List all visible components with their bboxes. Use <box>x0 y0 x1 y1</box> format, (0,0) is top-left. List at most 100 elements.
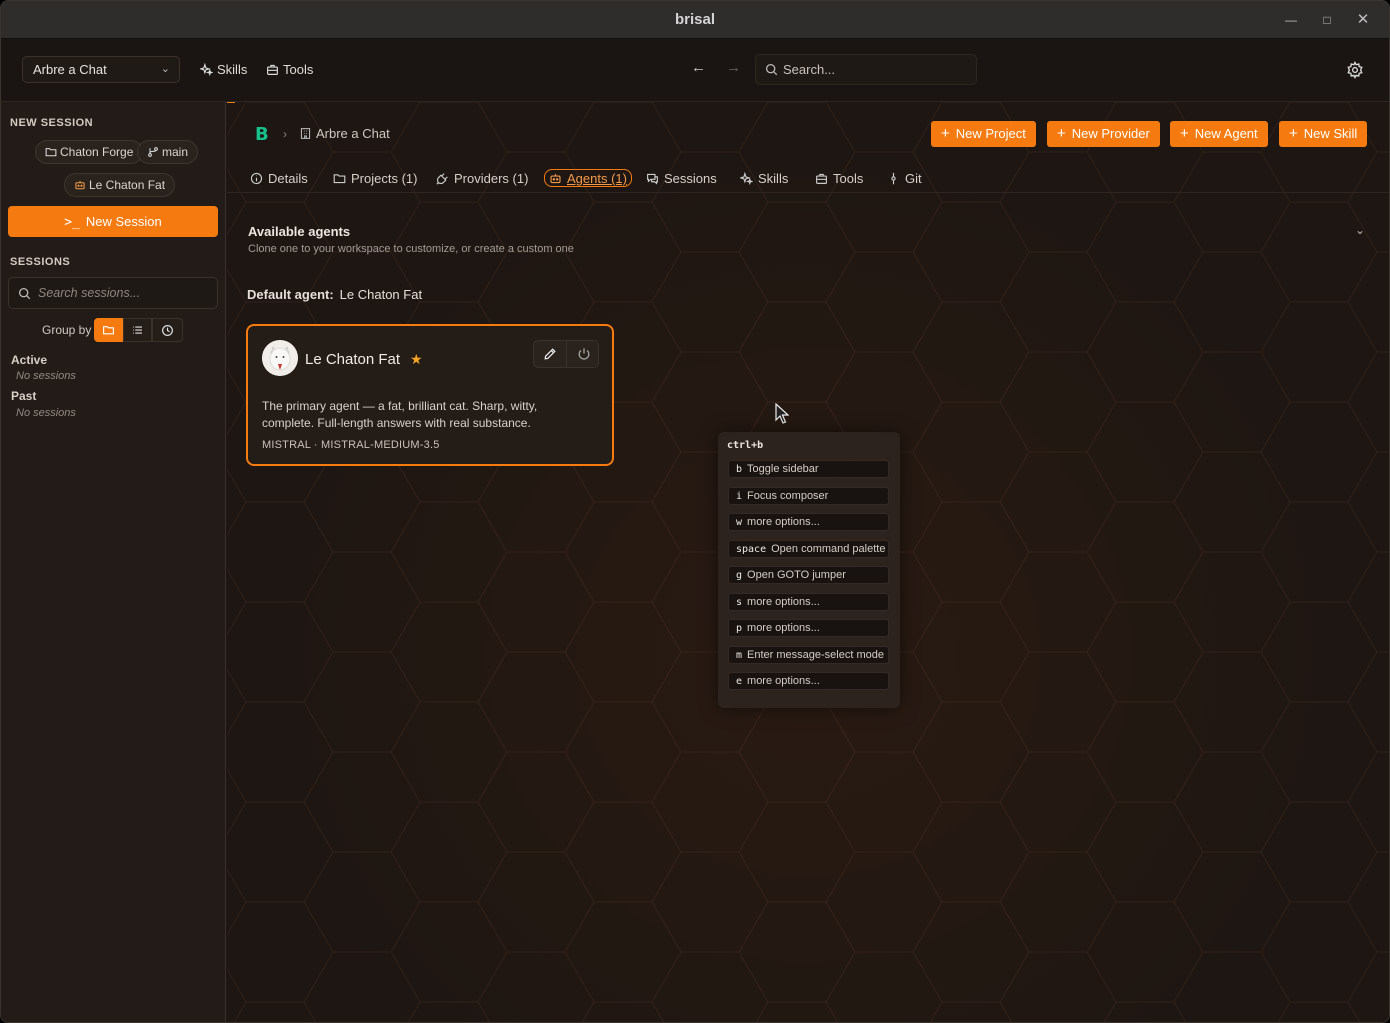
chat-icon <box>647 173 658 185</box>
title-bar: brisal — □ ✕ <box>1 1 1389 39</box>
tab-git[interactable]: Git <box>887 170 922 188</box>
power-icon <box>578 348 589 360</box>
default-agent-row: Default agent: Le Chaton Fat <box>247 287 422 302</box>
shortcut-key: w <box>736 517 743 528</box>
chevron-down-icon[interactable]: ⌄ <box>1355 223 1365 237</box>
new-project-button[interactable]: + New Project <box>931 121 1036 147</box>
gear-icon[interactable] <box>1346 61 1364 79</box>
avatar <box>262 340 298 376</box>
group-by-time-button[interactable] <box>152 318 183 342</box>
tab-tools-label: Tools <box>833 171 864 186</box>
group-active-title: Active <box>11 353 48 367</box>
sidebar: NEW SESSION Chaton Forge main Le Chaton … <box>1 102 226 1022</box>
agent-chip[interactable]: Le Chaton Fat <box>64 173 176 197</box>
forward-arrow-icon[interactable]: → <box>726 59 741 76</box>
available-agents-subtitle: Clone one to your workspace to customize… <box>248 243 574 255</box>
edit-agent-button[interactable] <box>534 341 567 367</box>
tools-link[interactable]: Tools <box>266 61 313 79</box>
tab-agents-label: Agents (1) <box>567 171 627 186</box>
shortcut-item[interactable]: space Open command palette <box>728 540 889 558</box>
shortcut-panel-title: ctrl+b <box>727 440 764 451</box>
tab-details-label: Details <box>268 171 308 186</box>
new-session-button[interactable]: >_ New Session <box>8 206 218 237</box>
branch-chip[interactable]: main <box>137 140 199 164</box>
default-agent-value: Le Chaton Fat <box>339 287 423 302</box>
project-select[interactable]: Arbre a Chat ⌄ <box>22 56 180 83</box>
power-button[interactable] <box>567 341 600 367</box>
sessions-heading: SESSIONS <box>10 256 71 268</box>
tab-agents[interactable]: Agents (1) <box>544 169 632 187</box>
branch-chip-label: main <box>162 145 189 159</box>
shortcut-panel: ctrl+b b Toggle sidebar i Focus composer w… <box>718 432 900 708</box>
shortcut-item[interactable]: w more options... <box>728 513 889 531</box>
breadcrumb[interactable]: Arbre a Chat <box>299 126 390 141</box>
plus-icon: + <box>1289 125 1298 142</box>
global-search-input[interactable]: Search... <box>755 54 977 85</box>
tab-skills[interactable]: Skills <box>738 170 788 188</box>
app-window: brisal — □ ✕ Arbre a Chat ⌄ Skills Tools… <box>0 0 1390 1023</box>
sparkles-icon <box>738 171 754 186</box>
shortcut-item[interactable]: i Focus composer <box>728 487 889 505</box>
list-icon <box>133 326 142 334</box>
project-chip[interactable]: Chaton Forge <box>35 140 144 164</box>
tab-details[interactable]: Details <box>250 170 308 188</box>
session-search-input[interactable]: Search sessions... <box>8 277 218 309</box>
new-skill-label: New Skill <box>1303 126 1358 141</box>
group-by-folder-button[interactable] <box>94 318 123 342</box>
breadcrumb-label: Arbre a Chat <box>316 126 390 141</box>
new-provider-button[interactable]: + New Provider <box>1047 121 1160 147</box>
chevron-right-icon: › <box>283 127 287 141</box>
group-active-empty: No sessions <box>16 370 76 382</box>
plus-icon: + <box>941 125 950 142</box>
plus-icon: + <box>1180 125 1189 142</box>
back-arrow-icon[interactable]: ← <box>691 59 706 76</box>
shortcut-item[interactable]: g Open GOTO jumper <box>728 566 889 584</box>
git-branch-icon <box>148 147 158 157</box>
tools-label: Tools <box>283 62 314 77</box>
global-search-placeholder: Search... <box>783 62 836 77</box>
brand-logo[interactable]: B <box>255 124 269 145</box>
accent-corner <box>227 102 235 103</box>
folder-icon <box>45 148 57 157</box>
tab-sessions[interactable]: Sessions <box>646 170 717 188</box>
plus-icon: + <box>1057 125 1066 142</box>
minimize-icon[interactable]: — <box>1281 10 1301 30</box>
bot-icon <box>75 180 85 190</box>
chevron-down-icon: ⌄ <box>160 63 170 75</box>
shortcut-label: Open GOTO jumper <box>747 569 846 581</box>
tab-projects[interactable]: Projects (1) <box>333 170 417 188</box>
clock-icon <box>162 325 173 336</box>
shortcut-label: more options... <box>747 596 820 608</box>
new-session-heading: NEW SESSION <box>10 117 94 129</box>
agent-model: MISTRAL · MISTRAL-MEDIUM-3.5 <box>262 439 440 451</box>
tab-providers[interactable]: Providers (1) <box>436 170 528 188</box>
main-panel: B › Arbre a Chat + New Project + New Provi… <box>227 102 1389 1022</box>
toolbox-icon <box>816 173 827 184</box>
shortcut-item[interactable]: p more options... <box>728 619 889 637</box>
toolbox-icon <box>267 64 278 75</box>
terminal-icon: >_ <box>64 215 80 230</box>
info-icon <box>250 172 263 185</box>
available-agents-title: Available agents <box>248 224 351 239</box>
group-by-list-button[interactable] <box>123 318 152 342</box>
mouse-cursor-icon <box>775 403 789 424</box>
git-commit-icon <box>891 172 896 185</box>
shortcut-item[interactable]: s more options... <box>728 593 889 611</box>
group-past-empty: No sessions <box>16 407 76 419</box>
tab-tools[interactable]: Tools <box>815 170 863 188</box>
shortcut-item[interactable]: m Enter message-select mode <box>728 646 889 664</box>
maximize-icon[interactable]: □ <box>1317 10 1337 30</box>
sparkles-icon <box>198 62 214 77</box>
agent-name: Le Chaton Fat <box>305 351 401 368</box>
agent-card[interactable]: Le Chaton Fat ★ The primary agent — a fa… <box>246 324 614 466</box>
skills-link[interactable]: Skills <box>198 61 247 79</box>
close-icon[interactable]: ✕ <box>1353 10 1373 30</box>
new-skill-button[interactable]: + New Skill <box>1279 121 1368 147</box>
shortcut-key: space <box>736 544 767 555</box>
tab-projects-label: Projects (1) <box>351 171 418 186</box>
shortcut-item[interactable]: e more options... <box>728 672 889 690</box>
new-agent-button[interactable]: + New Agent <box>1170 121 1268 147</box>
agent-card-actions <box>533 340 599 368</box>
agent-description: The primary agent — a fat, brilliant cat… <box>262 399 538 430</box>
shortcut-item[interactable]: b Toggle sidebar <box>728 460 889 478</box>
